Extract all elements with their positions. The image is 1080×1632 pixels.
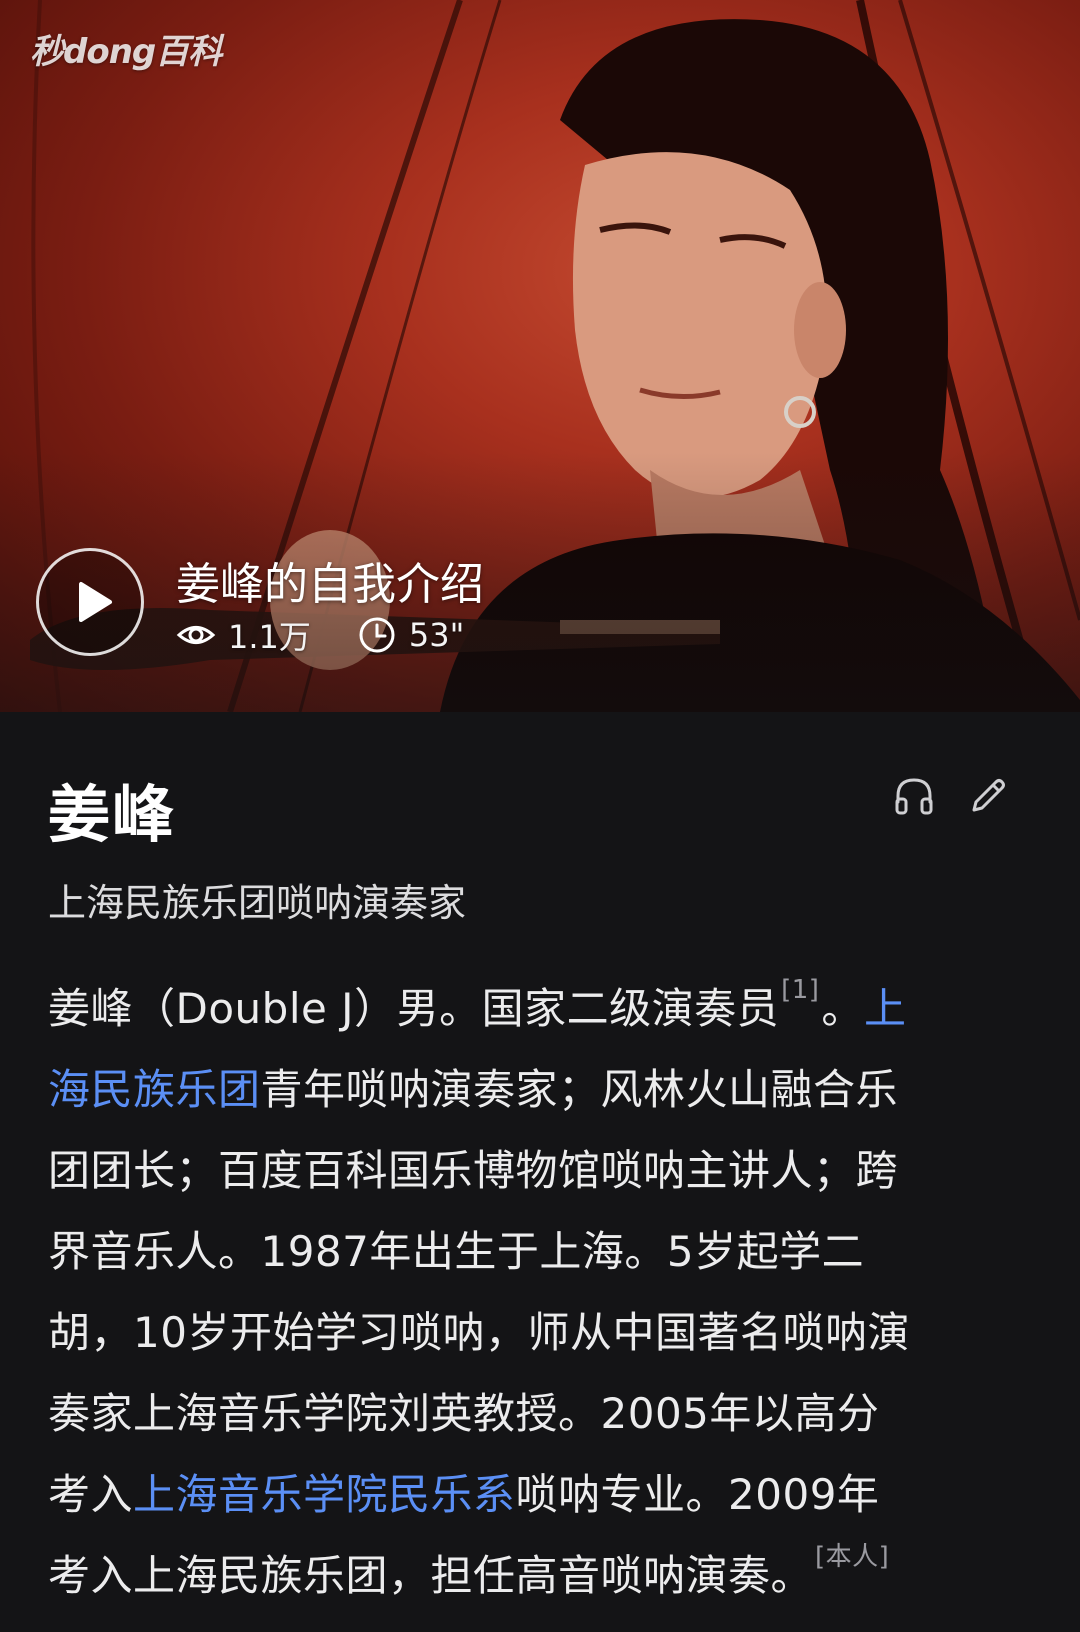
summary-text: 。: [821, 984, 864, 1033]
summary-line: 胡，10岁开始学习唢呐，师从中国著名唢呐演: [48, 1308, 910, 1357]
summary-line: 团团长；百度百科国乐博物馆唢呐主讲人；跨: [48, 1146, 899, 1195]
summary-text: 姜峰（Double J）男。国家二级演奏员: [48, 984, 780, 1033]
eye-icon: [176, 626, 216, 644]
video-meta: 1.1万 53": [176, 612, 464, 658]
view-count: 1.1万: [228, 618, 311, 656]
video-title[interactable]: 姜峰的自我介绍: [176, 548, 484, 612]
header-actions: [862, 774, 1010, 818]
entry-title: 姜峰: [48, 778, 177, 851]
video-duration: 53": [408, 616, 465, 654]
summary-line: 奏家上海音乐学院刘英教授。2005年以高分: [48, 1389, 880, 1438]
summary-line: 界音乐人。1987年出生于上海。5岁起学二: [48, 1227, 865, 1276]
summary-text: 唢呐专业。2009年: [515, 1470, 880, 1519]
reference-marker[interactable]: [本人]: [815, 1542, 889, 1572]
link-conservatory-folk-music-dept[interactable]: 上海音乐学院民乐系: [133, 1470, 516, 1519]
summary-text: 青年唢呐演奏家；风林火山融合乐: [260, 1065, 899, 1114]
link-shanghai-folk-orchestra[interactable]: 海民族乐团: [48, 1065, 261, 1114]
summary-line: 海民族乐团青年唢呐演奏家；风林火山融合乐: [48, 1049, 1032, 1130]
summary-line: 考入上海音乐学院民乐系唢呐专业。2009年: [48, 1454, 1032, 1535]
summary-line: 姜峰（Double J）男。国家二级演奏员[1]。上: [48, 968, 1032, 1049]
reference-marker[interactable]: [1]: [781, 975, 819, 1005]
summary-text: 考入: [48, 1470, 134, 1519]
entry-subtitle: 上海民族乐团唢呐演奏家: [48, 881, 467, 925]
play-icon: [79, 582, 112, 622]
play-button[interactable]: [36, 548, 144, 656]
headphones-icon[interactable]: [892, 774, 936, 818]
thumbnail-shade: [0, 452, 1080, 712]
link-shanghai-folk-orchestra[interactable]: 上: [864, 984, 907, 1033]
entry-summary: 姜峰（Double J）男。国家二级演奏员[1]。上 海民族乐团青年唢呐演奏家；…: [48, 968, 1032, 1616]
watermark-logo: 秒dong百科: [30, 32, 222, 72]
pencil-icon[interactable]: [966, 774, 1010, 818]
clock-icon: [359, 617, 395, 653]
summary-line: 考入上海民族乐团，担任高音唢呐演奏。[本人]: [48, 1535, 1032, 1616]
summary-text: 考入上海民族乐团，担任高音唢呐演奏。: [48, 1551, 814, 1600]
video-card[interactable]: 秒dong百科 姜峰的自我介绍 1.1万 53": [0, 0, 1080, 712]
